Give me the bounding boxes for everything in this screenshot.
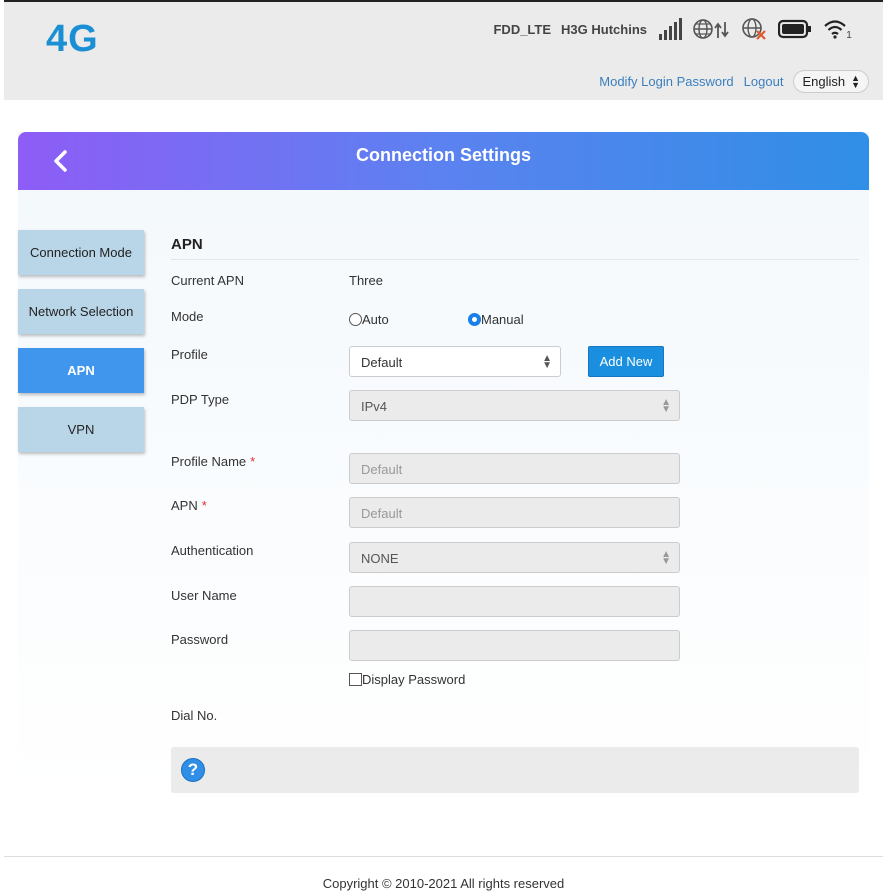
select-chevron-icon: ▲ ▼: [661, 397, 671, 415]
authentication-value: NONE: [361, 551, 399, 566]
apn-input[interactable]: Default: [349, 497, 680, 528]
connection-settings-card: Connection Settings Connection Mode Netw…: [18, 132, 869, 797]
language-select[interactable]: English ▲ ▼: [793, 70, 869, 93]
operator-name: H3G Hutchins: [561, 21, 647, 37]
wifi-icon: 1: [823, 16, 853, 42]
radio-auto[interactable]: [349, 313, 362, 326]
wifi-client-count: 1: [846, 29, 852, 41]
mode-manual-label: Manual: [481, 312, 524, 327]
page-title: Connection Settings: [356, 145, 531, 165]
required-mark: *: [250, 454, 256, 469]
apn-label-wrap: APN *: [171, 498, 207, 513]
authentication-label: Authentication: [171, 543, 254, 558]
help-icon[interactable]: ?: [181, 758, 205, 782]
display-password-option[interactable]: Display Password: [349, 672, 465, 687]
sidenav-item-apn[interactable]: APN: [18, 348, 144, 393]
username-input[interactable]: [349, 586, 680, 617]
language-value: English: [802, 74, 846, 89]
status-area: FDD_LTE H3G Hutchins 1: [493, 16, 853, 42]
mode-auto-label: Auto: [362, 312, 389, 327]
apn-label: APN: [171, 498, 198, 513]
mode-label: Mode: [171, 309, 204, 324]
mode-auto-option[interactable]: Auto: [349, 312, 389, 327]
profile-select[interactable]: Default ▲ ▼: [349, 346, 561, 377]
profile-name-label-wrap: Profile Name *: [171, 454, 255, 469]
pdp-type-select[interactable]: IPv4 ▲ ▼: [349, 390, 680, 421]
sidenav-item-connection-mode[interactable]: Connection Mode: [18, 230, 144, 275]
logout-link[interactable]: Logout: [744, 74, 784, 89]
display-password-checkbox[interactable]: [349, 673, 362, 686]
battery-icon: [777, 16, 813, 42]
copyright-text: Copyright © 2010-2021 All rights reserve…: [322, 876, 565, 891]
signal-bars-icon: [657, 16, 683, 42]
pdp-type-value: IPv4: [361, 399, 388, 414]
sidenav-item-vpn[interactable]: VPN: [18, 407, 144, 452]
pdp-type-label: PDP Type: [171, 392, 230, 407]
footer-divider: [4, 856, 883, 857]
authentication-select[interactable]: NONE ▲ ▼: [349, 542, 680, 573]
help-bar: ?: [171, 747, 859, 793]
modify-login-password-link[interactable]: Modify Login Password: [599, 74, 733, 89]
current-apn-value: Three: [349, 273, 383, 288]
card-header: Connection Settings: [18, 132, 869, 190]
profile-value: Default: [361, 355, 403, 370]
current-apn-label: Current APN: [171, 273, 244, 288]
select-chevron-icon: ▲ ▼: [661, 549, 671, 567]
username-label: User Name: [171, 588, 237, 603]
internet-data-icon: [693, 16, 731, 42]
required-mark: *: [201, 498, 207, 513]
mode-manual-option[interactable]: Manual: [468, 312, 524, 327]
select-chevron-icon: ▲ ▼: [851, 72, 860, 90]
side-navigation: Connection Mode Network Selection APN VP…: [18, 230, 144, 466]
add-new-button[interactable]: Add New: [588, 346, 664, 377]
logo-4g: 4G: [46, 18, 99, 60]
profile-label: Profile: [171, 347, 208, 362]
top-bar: 4G FDD_LTE H3G Hutchins 1 Modify Login P…: [4, 0, 883, 100]
display-password-label: Display Password: [362, 672, 466, 687]
sidenav-item-network-selection[interactable]: Network Selection: [18, 289, 144, 334]
profile-name-input[interactable]: Default: [349, 453, 680, 484]
header-links: Modify Login Password Logout English ▲ ▼: [599, 70, 869, 93]
radio-manual[interactable]: [468, 313, 481, 326]
apn-form: APN Current APN Three Mode Auto Manual P…: [171, 230, 859, 793]
profile-name-label: Profile Name: [171, 454, 247, 469]
dial-no-label: Dial No.: [171, 708, 218, 723]
select-chevron-icon: ▲ ▼: [542, 353, 552, 371]
network-type: FDD_LTE: [493, 21, 552, 37]
password-input[interactable]: [349, 630, 680, 661]
globe-disconnected-icon: [741, 16, 767, 42]
section-title: APN: [171, 236, 859, 260]
password-label: Password: [171, 632, 229, 647]
